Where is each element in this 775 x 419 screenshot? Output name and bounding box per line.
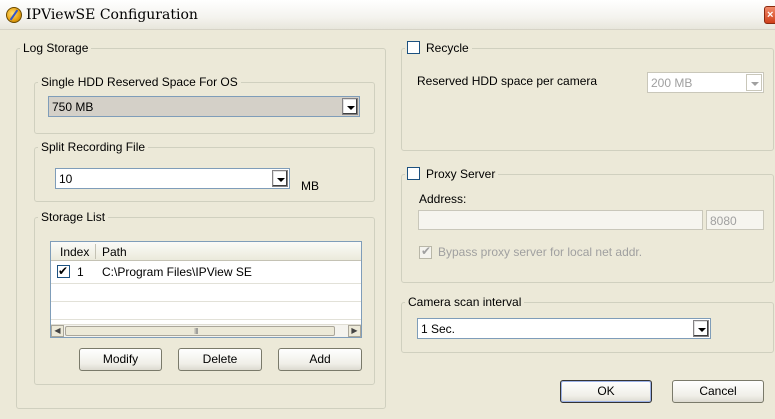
window-title: IPViewSE Configuration [26, 7, 198, 23]
check-icon: ✔ [58, 264, 69, 278]
recycle-legend: Recycle [405, 41, 472, 55]
delete-button[interactable]: Delete [178, 348, 262, 371]
app-icon [6, 7, 22, 23]
close-button[interactable]: × [764, 6, 775, 24]
split-recording-select[interactable]: 10 [55, 168, 290, 189]
row-divider [51, 319, 361, 320]
recycle-group: Recycle [401, 41, 774, 151]
proxy-server-checkbox[interactable] [407, 167, 420, 180]
chevron-down-icon[interactable] [746, 74, 762, 91]
check-icon: ✔ [421, 244, 432, 258]
row-path: C:\Program Files\IPView SE [102, 265, 252, 279]
row-divider [51, 301, 361, 302]
split-recording-unit: MB [301, 179, 319, 193]
reserved-space-value: 750 MB [52, 100, 94, 114]
camera-scan-value: 1 Sec. [421, 322, 456, 336]
chevron-down-icon[interactable] [272, 170, 288, 187]
scroll-thumb[interactable]: III [65, 326, 335, 336]
bypass-proxy-label: Bypass proxy server for local net addr. [438, 245, 643, 259]
horizontal-scrollbar[interactable]: ◀ III ▶ [51, 324, 361, 337]
proxy-server-legend: Proxy Server [405, 167, 498, 181]
modify-button[interactable]: Modify [79, 348, 162, 371]
log-storage-legend: Log Storage [23, 41, 89, 55]
reserved-per-camera-select[interactable]: 200 MB [647, 72, 764, 93]
split-recording-legend: Split Recording File [41, 140, 146, 154]
row-divider [51, 283, 361, 284]
table-header: Index Path [51, 242, 361, 261]
recycle-checkbox[interactable] [407, 41, 420, 54]
storage-list-table[interactable]: Index Path ✔ 1 C:\Program Files\IPView S… [50, 241, 362, 338]
column-divider[interactable] [95, 244, 96, 259]
title-bar[interactable]: IPViewSE Configuration × [0, 0, 775, 30]
row-index: 1 [77, 265, 84, 279]
column-header-path[interactable]: Path [102, 245, 127, 259]
bypass-proxy-checkbox[interactable]: ✔ [419, 244, 432, 259]
add-button[interactable]: Add [278, 348, 362, 371]
reserved-per-camera-label: Reserved HDD space per camera [417, 74, 598, 88]
camera-scan-legend: Camera scan interval [408, 295, 522, 309]
configuration-window: IPViewSE Configuration × Log Storage Sin… [0, 0, 775, 419]
camera-scan-select[interactable]: 1 Sec. [417, 318, 711, 339]
proxy-address-input[interactable] [418, 210, 703, 230]
split-recording-value: 10 [59, 172, 73, 186]
proxy-port-input[interactable]: 8080 [706, 210, 764, 230]
recycle-label: Recycle [426, 41, 469, 55]
proxy-server-label: Proxy Server [426, 167, 496, 181]
chevron-down-icon[interactable] [342, 98, 358, 115]
reserved-space-select[interactable]: 750 MB [48, 96, 360, 117]
cancel-button[interactable]: Cancel [672, 380, 764, 403]
reserved-space-legend: Single HDD Reserved Space For OS [41, 75, 238, 89]
ok-button[interactable]: OK [560, 380, 652, 403]
column-header-index[interactable]: Index [60, 245, 89, 259]
scroll-grip: III [194, 327, 199, 336]
chevron-down-icon[interactable] [693, 320, 709, 337]
table-row[interactable]: ✔ 1 C:\Program Files\IPView SE [51, 263, 361, 281]
scroll-left-icon[interactable]: ◀ [51, 325, 64, 337]
scroll-right-icon[interactable]: ▶ [348, 325, 361, 337]
storage-list-legend: Storage List [41, 210, 106, 224]
proxy-port-value: 8080 [710, 214, 737, 228]
row-checkbox[interactable]: ✔ [57, 264, 70, 278]
reserved-per-camera-value: 200 MB [651, 76, 693, 90]
proxy-address-label: Address: [419, 192, 467, 206]
